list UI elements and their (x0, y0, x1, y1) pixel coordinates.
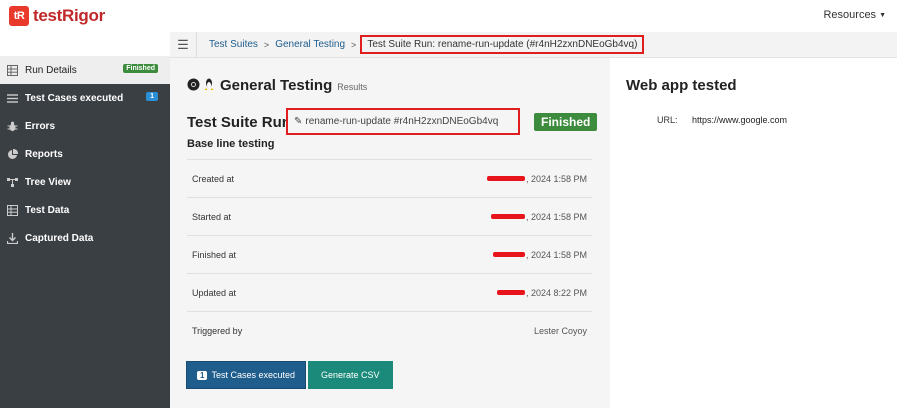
url-label: URL: (657, 115, 678, 125)
sidebar-item-test-data[interactable]: Test Data (0, 196, 170, 224)
status-badge: Finished (123, 64, 158, 73)
breadcrumb-separator: > (263, 39, 270, 50)
web-app-title: Web app tested (626, 77, 737, 94)
row-label: Created at (192, 173, 235, 184)
sidebar-item-test-cases[interactable]: Test Cases executed 1 (0, 84, 170, 112)
generate-csv-button[interactable]: Generate CSV (308, 361, 393, 389)
status-badge: Finished (534, 113, 598, 131)
top-header: tR testRigor Resources ▼ (0, 0, 897, 32)
url-value: https://www.google.com (692, 115, 788, 125)
sidebar-item-label: Errors (25, 120, 56, 132)
row-label: Finished at (192, 249, 237, 260)
row-label: Started at (192, 211, 232, 222)
test-cases-executed-button[interactable]: 1 Test Cases executed (186, 361, 306, 389)
run-details-pane: General Testing Results Test Suite Run ✎… (170, 58, 610, 408)
testrigor-logo[interactable]: tR testRigor (9, 6, 105, 26)
row-value-text: , 2024 1:58 PM (525, 249, 587, 260)
linux-icon (203, 78, 215, 94)
url-row: URL: https://www.google.com (657, 115, 787, 125)
redaction-mark (490, 214, 525, 219)
bug-icon (7, 121, 18, 132)
main-content: General Testing Results Test Suite Run ✎… (170, 58, 897, 408)
web-app-pane: Web app tested URL: https://www.google.c… (626, 58, 897, 408)
count-badge: 1 (146, 92, 158, 101)
sidebar-item-label: Test Data (25, 204, 70, 216)
sidebar-item-captured-data[interactable]: Captured Data (0, 224, 170, 252)
logo-text: testRigor (33, 6, 105, 25)
count-badge: 1 (197, 370, 208, 380)
download-icon (7, 232, 18, 244)
chrome-icon (187, 78, 200, 94)
grid-icon (7, 204, 18, 216)
breadcrumb-separator: > (351, 39, 357, 50)
sidebar-item-label: Test Cases executed (25, 92, 124, 104)
logo-mark: tR (9, 6, 29, 26)
hamburger-menu-icon[interactable]: ☰ (170, 31, 197, 58)
resources-label: Resources (823, 9, 877, 21)
row-value: , 2024 1:58 PM (486, 173, 587, 184)
sitemap-icon (7, 177, 18, 188)
redaction-mark (492, 252, 525, 257)
breadcrumb-current: Test Suite Run: rename-run-update (#r4nH… (360, 35, 645, 54)
sidebar-item-run-details[interactable]: Run Details Finished (0, 56, 170, 84)
redaction-mark (496, 290, 525, 295)
row-value: Lester Coyoy (533, 325, 587, 336)
pie-chart-icon (7, 148, 18, 160)
row-value: , 2024 8:22 PM (496, 287, 587, 298)
table-row: Created at , 2024 1:58 PM (187, 159, 592, 197)
baseline-label: Base line testing (187, 138, 275, 150)
suite-run-name-editable[interactable]: ✎ rename-run-update #r4nH2zxnDNEoGb4vq (286, 108, 520, 135)
caret-down-icon: ▼ (879, 11, 886, 19)
sidebar: Run Details Finished Test Cases executed… (0, 56, 170, 408)
table-row: Started at , 2024 1:58 PM (187, 197, 592, 235)
run-info-table: Created at , 2024 1:58 PM Started at , 2… (187, 159, 592, 349)
page-heading: General Testing Results (187, 77, 367, 94)
sidebar-item-reports[interactable]: Reports (0, 140, 170, 168)
breadcrumb-general-testing[interactable]: General Testing (275, 39, 345, 50)
row-value-text: , 2024 8:22 PM (525, 287, 587, 298)
page-title: General Testing (220, 77, 333, 94)
sidebar-item-label: Reports (25, 148, 63, 160)
row-label: Triggered by (192, 325, 243, 336)
list-icon (7, 93, 18, 104)
suite-run-name: rename-run-update #r4nH2zxnDNEoGb4vq (305, 116, 499, 127)
sidebar-item-label: Captured Data (25, 232, 94, 244)
sidebar-item-label: Tree View (25, 176, 71, 188)
row-value-text: , 2024 1:58 PM (525, 173, 587, 184)
table-row: Updated at , 2024 8:22 PM (187, 273, 592, 311)
table-icon (7, 64, 18, 76)
table-row: Triggered by Lester Coyoy (187, 311, 592, 349)
breadcrumb: ☰ Test Suites > General Testing > Test S… (170, 31, 897, 58)
row-value-text: , 2024 1:58 PM (525, 211, 587, 222)
suite-run-title: Test Suite Run (187, 114, 291, 131)
redaction-mark (486, 176, 525, 181)
breadcrumb-test-suites[interactable]: Test Suites (209, 39, 258, 50)
row-label: Updated at (192, 287, 237, 298)
sidebar-item-label: Run Details (25, 64, 77, 76)
resources-menu[interactable]: Resources ▼ (823, 9, 886, 21)
sidebar-item-errors[interactable]: Errors (0, 112, 170, 140)
action-buttons: 1 Test Cases executed Generate CSV (186, 361, 393, 389)
row-value: , 2024 1:58 PM (490, 211, 587, 222)
sidebar-item-tree-view[interactable]: Tree View (0, 168, 170, 196)
row-value: , 2024 1:58 PM (492, 249, 587, 260)
page-subtitle: Results (337, 82, 368, 92)
button-label: Test Cases executed (211, 370, 295, 380)
edit-icon[interactable]: ✎ (294, 116, 302, 127)
table-row: Finished at , 2024 1:58 PM (187, 235, 592, 273)
